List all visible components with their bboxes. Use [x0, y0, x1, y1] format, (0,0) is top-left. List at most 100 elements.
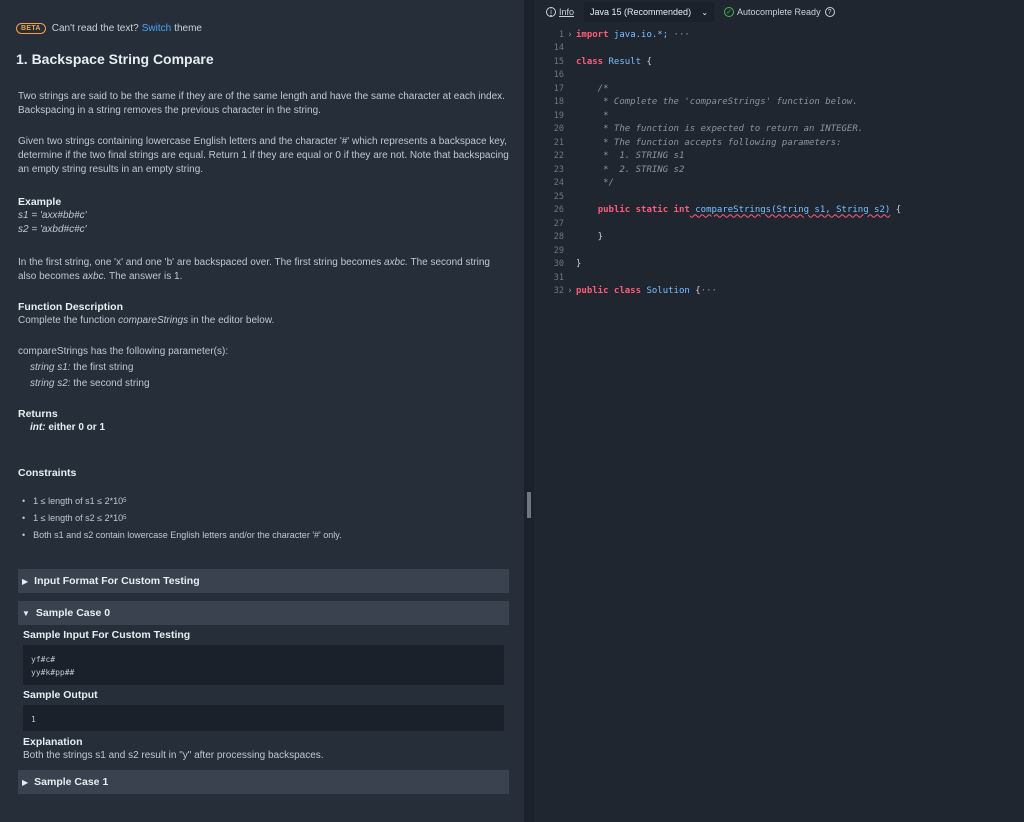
problem-paragraph-2: Given two strings containing lowercase E… — [18, 136, 509, 175]
line-number: 31 — [553, 272, 564, 283]
line-number: 25 — [553, 191, 564, 202]
returns-type: int: — [30, 422, 46, 433]
line-number: 15 — [553, 56, 564, 67]
line-number: 1 — [558, 29, 564, 40]
constraint-1-text: 1 ≤ length of s1 ≤ 2*10 — [33, 495, 124, 506]
code-line: 19 * — [534, 109, 1024, 123]
sample-output-label: Sample Output — [23, 689, 98, 701]
code-token: { — [689, 286, 701, 297]
caret-down-icon: ▼ — [22, 608, 30, 618]
constraint-item: Both s1 and s2 contain lowercase English… — [22, 526, 342, 543]
code-token: public class — [576, 286, 642, 297]
language-selected: Java 15 (Recommended) — [590, 7, 692, 17]
explanation-text: Both the strings s1 and s2 result in "y"… — [23, 750, 324, 761]
check-circle-icon: ✓ — [724, 7, 735, 17]
code-token: Solution — [641, 286, 690, 297]
param-s1-name: string s1: — [30, 362, 71, 373]
example-explanation: In the first string, one 'x' and one 'b'… — [18, 256, 510, 284]
function-description: Function Description Complete the functi… — [18, 300, 510, 328]
line-number: 32 — [553, 286, 564, 297]
info-label: Info — [559, 7, 575, 17]
code-token: Result — [603, 56, 642, 67]
code-line: 25 — [534, 190, 1024, 204]
example-heading: Example — [18, 196, 62, 208]
line-number: 20 — [553, 124, 564, 135]
example-s2: s2 = 'axbd#c#c' — [18, 224, 87, 235]
fold-arrow-icon[interactable]: › — [564, 30, 576, 40]
line-number: 21 — [553, 137, 564, 148]
parameters-block: compareStrings has the following paramet… — [18, 345, 510, 391]
param-s2-desc: the second string — [70, 378, 150, 389]
info-button[interactable]: i Info — [546, 7, 574, 17]
folded-ellipsis[interactable]: ··· — [701, 286, 717, 296]
code-token: import — [576, 29, 609, 40]
code-token: { — [641, 56, 652, 67]
code-line: 21 * The function accepts following para… — [534, 136, 1024, 150]
example-s1: s1 = 'axx#bb#c' — [18, 210, 87, 221]
code-line: 27 — [534, 217, 1024, 231]
returns-value: int: either 0 or 1 — [18, 421, 510, 435]
folded-ellipsis[interactable]: ··· — [674, 30, 690, 40]
sample-case-1-label: Sample Case 1 — [34, 776, 109, 788]
code-line: 17 /* — [534, 82, 1024, 96]
problem-panel: BETA Can't read the text? Switch theme 1… — [0, 0, 524, 822]
input-format-label: Input Format For Custom Testing — [34, 575, 200, 587]
code-line: 29 — [534, 244, 1024, 258]
switch-theme-link[interactable]: Switch — [142, 23, 171, 34]
autocomplete-status[interactable]: ✓ Autocomplete Ready ? — [724, 7, 835, 17]
line-number: 27 — [553, 218, 564, 229]
code-line: 26 public static int compareStrings(Stri… — [534, 204, 1024, 218]
constraint-2-text: 1 ≤ length of s2 ≤ 2*10 — [33, 512, 124, 523]
beta-badge: BETA — [16, 23, 46, 34]
theme-banner: BETA Can't read the text? Switch theme — [16, 23, 202, 34]
sample-input-box: yf#c# yy#k#pp## — [23, 645, 504, 685]
constraint-1-sup: 5 — [123, 497, 127, 504]
constraint-item: 1 ≤ length of s1 ≤ 2*105 — [22, 492, 342, 509]
line-number: 29 — [553, 245, 564, 256]
line-number: 26 — [553, 205, 564, 216]
function-name: compareStrings — [118, 315, 189, 326]
sample-input-line-1: yf#c# — [31, 655, 56, 664]
line-number: 28 — [553, 232, 564, 243]
panel-splitter — [524, 0, 534, 822]
sample-case-1-accordion[interactable]: ▶ Sample Case 1 — [18, 770, 509, 794]
constraints-list: 1 ≤ length of s1 ≤ 2*105 1 ≤ length of s… — [22, 492, 342, 543]
line-number: 14 — [553, 43, 564, 54]
line-number: 24 — [553, 178, 564, 189]
fold-arrow-icon[interactable]: › — [564, 286, 576, 296]
param-s1-desc: the first string — [70, 362, 134, 373]
input-format-accordion[interactable]: ▶ Input Format For Custom Testing — [18, 569, 509, 593]
banner-text: Can't read the text? — [51, 23, 139, 34]
code-line: 16 — [534, 69, 1024, 83]
code-line: 18 * Complete the 'compareStrings' funct… — [534, 96, 1024, 110]
language-select[interactable]: Java 15 (Recommended) ⌄ — [584, 2, 715, 22]
help-icon[interactable]: ? — [824, 7, 835, 17]
code-token: } — [576, 259, 582, 270]
code-line: 31 — [534, 271, 1024, 285]
code-line: 24 */ — [534, 177, 1024, 191]
code-comment: * The function is expected to return an … — [576, 124, 864, 135]
returns-desc: either 0 or 1 — [45, 422, 106, 433]
code-comment: * Complete the 'compareStrings' function… — [576, 97, 858, 108]
line-number: 16 — [553, 70, 564, 81]
sample-case-0-accordion[interactable]: ▼ Sample Case 0 — [18, 601, 509, 625]
app-root: BETA Can't read the text? Switch theme 1… — [0, 0, 1024, 822]
example-block: Example s1 = 'axx#bb#c' s2 = 'axbd#c#c' — [18, 195, 510, 237]
sample-output-box: 1 — [23, 705, 504, 731]
code-editor[interactable]: 1 › import java.io.*; ··· 14 15 class Res… — [534, 28, 1024, 822]
sample-input-label: Sample Input For Custom Testing — [23, 629, 191, 641]
function-heading: Function Description — [18, 301, 123, 313]
param-s2-name: string s2: — [30, 378, 71, 389]
params-intro: compareStrings has the following paramet… — [18, 346, 229, 357]
line-number: 30 — [553, 259, 564, 270]
function-text-a: Complete the function — [18, 315, 119, 326]
constraint-3-text: Both s1 and s2 contain lowercase English… — [33, 529, 342, 540]
code-token: java.io.*; — [608, 29, 669, 40]
code-comment: * 2. STRING s2 — [576, 164, 685, 175]
drag-handle-icon[interactable] — [527, 492, 531, 518]
example-expl-em: axbc. — [383, 257, 408, 268]
sample-input-line-2: yy#k#pp## — [31, 668, 75, 677]
function-text: Complete the function compareStrings in … — [18, 314, 510, 328]
sample-output-value: 1 — [31, 715, 36, 724]
problem-paragraph-1: Two strings are said to be the same if t… — [18, 91, 505, 116]
